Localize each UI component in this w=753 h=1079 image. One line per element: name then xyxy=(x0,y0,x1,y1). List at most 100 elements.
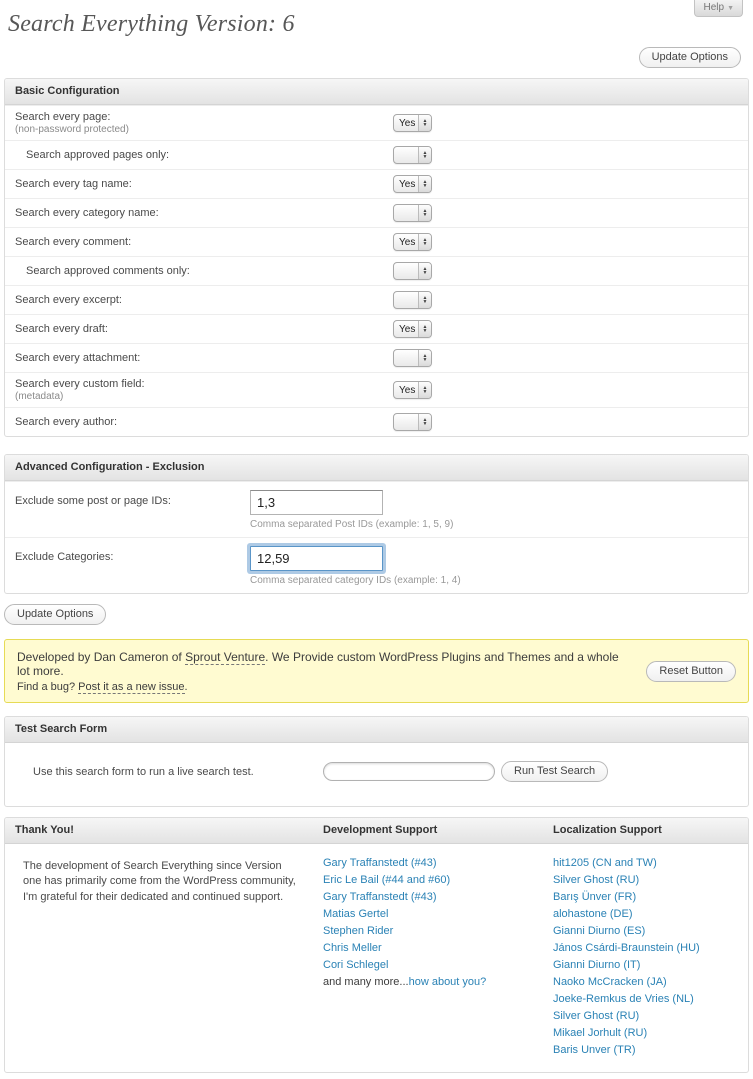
select-value xyxy=(394,292,418,308)
setting-row: Search every attachment: ▲▼ xyxy=(5,343,748,372)
translator-link[interactable]: hit1205 (CN and TW) xyxy=(553,857,657,869)
reset-button[interactable]: Reset Button xyxy=(646,661,736,682)
how-about-you-link[interactable]: how about you? xyxy=(409,976,487,988)
list-item: Chris Meller xyxy=(323,943,543,954)
thank-you-paragraph: The development of Search Everything sin… xyxy=(5,856,313,905)
contributor-link[interactable]: Matias Gertel xyxy=(323,908,388,920)
setting-label: Search every author: xyxy=(15,416,117,428)
translator-link[interactable]: alohastone (DE) xyxy=(553,908,633,920)
translator-link[interactable]: Barış Ünver (FR) xyxy=(553,891,636,903)
list-item: Gianni Diurno (IT) xyxy=(553,960,748,971)
translator-link[interactable]: Mikael Jorhult (RU) xyxy=(553,1027,647,1039)
yes-no-select[interactable]: ▲▼ xyxy=(393,204,432,222)
and-many-more-text: and many more... xyxy=(323,976,409,988)
test-search-description: Use this search form to run a live searc… xyxy=(33,766,323,778)
select-value: Yes xyxy=(394,382,418,398)
advanced-configuration-section: Advanced Configuration - Exclusion Exclu… xyxy=(4,454,749,594)
list-item: Mikael Jorhult (RU) xyxy=(553,1028,748,1039)
contributor-link[interactable]: Cori Schlegel xyxy=(323,959,388,971)
top-actions: Update Options xyxy=(0,38,753,78)
setting-row: Exclude some post or page IDs: Comma sep… xyxy=(5,481,748,537)
setting-label: Exclude some post or page IDs: xyxy=(15,490,250,530)
update-options-button-top[interactable]: Update Options xyxy=(639,47,741,68)
select-value: Yes xyxy=(394,115,418,131)
contributor-link[interactable]: Chris Meller xyxy=(323,942,382,954)
select-value xyxy=(394,147,418,163)
translator-link[interactable]: Joeke-Remkus de Vries (NL) xyxy=(553,993,694,1005)
section-header: Test Search Form xyxy=(5,717,748,743)
section-header: Advanced Configuration - Exclusion xyxy=(5,455,748,481)
banner-text: Developed by Dan Cameron of xyxy=(17,650,185,664)
setting-label: Search approved pages only: xyxy=(26,149,169,161)
select-value xyxy=(394,205,418,221)
select-stepper-icon: ▲▼ xyxy=(418,147,431,163)
select-value: Yes xyxy=(394,234,418,250)
chevron-down-icon: ▼ xyxy=(727,5,734,12)
thank-you-title: Thank You! xyxy=(5,818,313,843)
translator-link[interactable]: Baris Unver (TR) xyxy=(553,1044,636,1056)
select-stepper-icon: ▲▼ xyxy=(418,414,431,430)
test-search-input[interactable] xyxy=(323,762,495,781)
setting-row: Search every excerpt: ▲▼ xyxy=(5,285,748,314)
page-title: Search Everything Version: 6 xyxy=(0,0,753,38)
translator-link[interactable]: János Csárdi-Braunstein (HU) xyxy=(553,942,700,954)
test-search-section: Test Search Form Use this search form to… xyxy=(4,716,749,807)
field-hint: Comma separated category IDs (example: 1… xyxy=(250,575,461,586)
list-item: Stephen Rider xyxy=(323,926,543,937)
field-hint: Comma separated Post IDs (example: 1, 5,… xyxy=(250,519,453,530)
list-item: Baris Unver (TR) xyxy=(553,1045,748,1056)
help-tab[interactable]: Help▼ xyxy=(694,0,743,17)
development-support-list: Gary Traffanstedt (#43) Eric Le Bail (#4… xyxy=(313,856,543,1062)
select-stepper-icon: ▲▼ xyxy=(418,321,431,337)
yes-no-select[interactable]: Yes▲▼ xyxy=(393,320,432,338)
yes-no-select[interactable]: ▲▼ xyxy=(393,146,432,164)
translator-link[interactable]: Silver Ghost (RU) xyxy=(553,1010,639,1022)
banner-line2: Find a bug? Post it as a new issue. xyxy=(17,681,632,693)
sprout-venture-link[interactable]: Sprout Venture xyxy=(185,650,265,665)
contributor-link[interactable]: Gary Traffanstedt (#43) xyxy=(323,857,437,869)
section-header: Basic Configuration xyxy=(5,79,748,105)
contributor-link[interactable]: Eric Le Bail (#44 and #60) xyxy=(323,874,450,886)
list-item: Joeke-Remkus de Vries (NL) xyxy=(553,994,748,1005)
post-issue-link[interactable]: Post it as a new issue xyxy=(78,681,184,694)
setting-label: Search every category name: xyxy=(15,207,159,219)
contributor-link[interactable]: Gary Traffanstedt (#43) xyxy=(323,891,437,903)
setting-label: Search every attachment: xyxy=(15,352,140,364)
setting-row: Search every author: ▲▼ xyxy=(5,407,748,436)
localization-support-title: Localization Support xyxy=(543,818,748,843)
list-item: Gary Traffanstedt (#43) xyxy=(323,892,543,903)
translator-link[interactable]: Naoko McCracken (JA) xyxy=(553,976,667,988)
contributor-link[interactable]: Stephen Rider xyxy=(323,925,393,937)
yes-no-select[interactable]: ▲▼ xyxy=(393,291,432,309)
yes-no-select[interactable]: ▲▼ xyxy=(393,349,432,367)
translator-link[interactable]: Gianni Diurno (IT) xyxy=(553,959,640,971)
yes-no-select[interactable]: Yes▲▼ xyxy=(393,381,432,399)
list-item: Cori Schlegel xyxy=(323,960,543,971)
select-stepper-icon: ▲▼ xyxy=(418,292,431,308)
exclude-categories-input[interactable] xyxy=(250,546,383,571)
yes-no-select[interactable]: Yes▲▼ xyxy=(393,175,432,193)
update-options-button-bottom[interactable]: Update Options xyxy=(4,604,106,625)
yes-no-select[interactable]: ▲▼ xyxy=(393,413,432,431)
yes-no-select[interactable]: ▲▼ xyxy=(393,262,432,280)
setting-row: Search every draft: Yes▲▼ xyxy=(5,314,748,343)
list-item: Barış Ünver (FR) xyxy=(553,892,748,903)
setting-row: Search every category name: ▲▼ xyxy=(5,198,748,227)
exclude-post-ids-input[interactable] xyxy=(250,490,383,515)
list-item: Eric Le Bail (#44 and #60) xyxy=(323,875,543,886)
list-item: and many more...how about you? xyxy=(323,977,543,988)
yes-no-select[interactable]: Yes▲▼ xyxy=(393,233,432,251)
yes-no-select[interactable]: Yes▲▼ xyxy=(393,114,432,132)
thank-you-section: Thank You! Development Support Localizat… xyxy=(4,817,749,1073)
setting-row: Search every tag name: Yes▲▼ xyxy=(5,169,748,198)
setting-sublabel: (non-password protected) xyxy=(15,124,393,135)
translator-link[interactable]: Gianni Diurno (ES) xyxy=(553,925,645,937)
developer-banner: Developed by Dan Cameron of Sprout Ventu… xyxy=(4,639,749,703)
translator-link[interactable]: Silver Ghost (RU) xyxy=(553,874,639,886)
list-item: Silver Ghost (RU) xyxy=(553,875,748,886)
select-value: Yes xyxy=(394,321,418,337)
select-value xyxy=(394,263,418,279)
setting-row: Search every custom field:(metadata) Yes… xyxy=(5,372,748,407)
setting-label: Search approved comments only: xyxy=(26,265,190,277)
run-test-search-button[interactable]: Run Test Search xyxy=(501,761,608,782)
